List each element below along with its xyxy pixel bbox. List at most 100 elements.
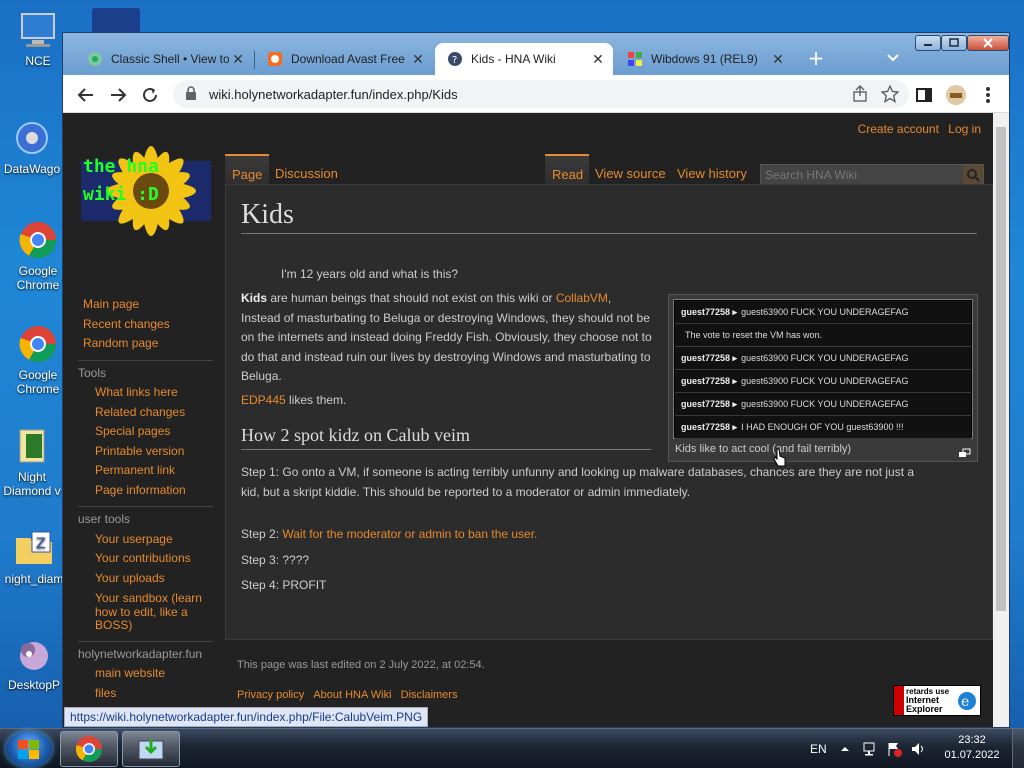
tab-avast[interactable]: Download Avast Free ✕ — [255, 43, 433, 75]
tab-kids-hna-wiki[interactable]: ? Kids - HNA Wiki ✕ — [435, 43, 613, 75]
badge-side-strip — [894, 686, 904, 715]
sidebar-heading-user-tools: user tools — [78, 512, 131, 526]
new-tab-button[interactable]: + — [805, 47, 827, 69]
language-indicator[interactable]: EN — [810, 729, 827, 768]
sidebar-item-recent-changes[interactable]: Recent changes — [83, 315, 215, 335]
browser-window: Classic Shell • View to ✕ Download Avast… — [62, 32, 1010, 728]
desktop-icon-chrome-2[interactable]: Google Chrome — [8, 322, 68, 396]
sidebar-item-page-information[interactable]: Page information — [95, 481, 215, 501]
windows-logo-icon — [18, 740, 39, 759]
taskbar-app-button[interactable] — [122, 731, 180, 767]
sidebar-item-special-pages[interactable]: Special pages — [95, 422, 215, 442]
step-4: Step 4: PROFIT — [241, 578, 327, 592]
maximize-button[interactable] — [941, 35, 967, 51]
sidebar-item-permanent-link[interactable]: Permanent link — [95, 461, 215, 481]
tab-classic-shell[interactable]: Classic Shell • View to ✕ — [75, 43, 253, 75]
computer-icon — [16, 8, 60, 52]
clock-time: 23:32 — [958, 734, 986, 746]
enlarge-icon[interactable] — [959, 443, 971, 457]
desktop-icon-nce[interactable]: NCE — [8, 8, 68, 68]
svg-text:e: e — [961, 694, 969, 710]
desktop-icon-desktopp[interactable]: DesktopP — [4, 632, 64, 692]
desktop-icon-label: night_diam — [4, 572, 64, 586]
close-tab-icon[interactable]: ✕ — [229, 51, 247, 68]
ie-logo-icon: e — [958, 692, 976, 710]
chat-screenshot-image[interactable]: guest77258 ▸ guest63900 FUCK YOU UNDERAGE… — [673, 299, 973, 439]
close-window-button[interactable] — [967, 35, 1009, 51]
clock[interactable]: 23:32 01.07.2022 — [940, 733, 1004, 763]
tab-strip: Classic Shell • View to ✕ Download Avast… — [63, 33, 1009, 75]
address-bar[interactable]: wiki.holynetworkadapter.fun/index.php/Ki… — [173, 80, 909, 108]
create-account-link[interactable]: Create account — [858, 122, 939, 136]
back-button[interactable] — [75, 84, 97, 106]
sidebar-item-your-uploads[interactable]: Your uploads — [95, 569, 215, 589]
sidebar-item-random-page[interactable]: Random page — [83, 334, 215, 354]
collabvm-link[interactable]: CollabVM — [556, 291, 608, 305]
close-tab-icon[interactable]: ✕ — [409, 51, 427, 68]
sidebar-item-files[interactable]: files — [95, 684, 215, 704]
search-button[interactable] — [963, 165, 983, 185]
wiki-logo[interactable]: the hna wiki :D — [81, 141, 211, 241]
tray-flag-icon[interactable] — [886, 729, 902, 768]
sidebar-item-main-page[interactable]: Main page — [83, 295, 215, 315]
chrome-icon — [75, 736, 103, 763]
avast-logo-icon — [92, 8, 140, 34]
start-button[interactable] — [6, 731, 52, 767]
ram-mascot-icon — [12, 632, 56, 676]
minimize-button[interactable] — [915, 35, 941, 51]
sidebar-item-printable-version[interactable]: Printable version — [95, 442, 215, 462]
edp445-link[interactable]: EDP445 — [241, 393, 286, 407]
share-icon[interactable] — [851, 85, 869, 106]
about-link[interactable]: About HNA Wiki — [313, 689, 391, 701]
step-2: Step 2: Wait for the moderator or admin … — [241, 527, 538, 541]
sidebar-item-main-website[interactable]: main website — [95, 664, 215, 684]
forward-button[interactable] — [107, 84, 129, 106]
profile-avatar[interactable] — [945, 84, 967, 106]
sidebar-item-your-contributions[interactable]: Your contributions — [95, 549, 215, 569]
disclaimers-link[interactable]: Disclaimers — [401, 689, 458, 701]
help-icon: ? — [447, 51, 463, 67]
sidebar-item-your-userpage[interactable]: Your userpage — [95, 530, 215, 550]
taskbar: EN 23:32 01.07.2022 — [0, 728, 1024, 768]
sidebar-divider — [78, 506, 213, 507]
thumb-caption: Kids like to act cool (and fail terribly… — [675, 443, 852, 455]
sidebar-item-your-sandbox[interactable]: Your sandbox (learn how to edit, like a … — [95, 591, 215, 633]
search-input[interactable]: Search HNA Wiki — [760, 164, 984, 186]
paragraph-1: Kids are human beings that should not ex… — [241, 291, 652, 383]
desktop-icon-night-diam[interactable]: Z night_diam — [4, 526, 64, 586]
wibdows-icon — [627, 51, 643, 67]
chat-row: The vote to reset the VM has won. — [675, 324, 971, 347]
close-tab-icon[interactable]: ✕ — [589, 51, 607, 68]
section-heading: How 2 spot kidz on Calub veim — [241, 425, 651, 450]
show-desktop-button[interactable] — [1012, 729, 1024, 768]
tab-wibdows-91[interactable]: Wibdows 91 (REL9) ✕ — [615, 43, 793, 75]
show-hidden-icons-button[interactable] — [840, 729, 850, 768]
privacy-policy-link[interactable]: Privacy policy — [237, 689, 304, 701]
taskbar-chrome-button[interactable] — [60, 731, 118, 767]
close-tab-icon[interactable]: ✕ — [769, 51, 787, 68]
desktop-icon-night-diamond[interactable]: Night Diamond v — [2, 424, 62, 498]
tab-search-chevron-icon[interactable] — [885, 49, 901, 65]
menu-kebab-icon[interactable] — [977, 84, 999, 106]
desktop-icon-chrome-1[interactable]: Google Chrome — [8, 218, 68, 292]
tray-network-icon[interactable] — [862, 729, 878, 768]
side-panel-icon[interactable] — [913, 84, 935, 106]
page-title: Kids — [241, 199, 977, 234]
desktop-icon-datawago[interactable]: DataWago — [2, 116, 62, 176]
step-2-link[interactable]: Wait for the moderator or admin to ban t… — [282, 527, 537, 541]
login-link[interactable]: Log in — [948, 122, 981, 136]
avast-icon — [267, 51, 283, 67]
desktop-icon-label: DataWago — [3, 162, 61, 176]
sidebar-item-what-links-here[interactable]: What links here — [95, 383, 215, 403]
chat-row: guest77258 ▸ guest63900 FUCK YOU UNDERAGE… — [675, 301, 971, 324]
classic-shell-icon — [87, 51, 103, 67]
folder-icon — [10, 424, 54, 468]
reload-button[interactable] — [139, 84, 161, 106]
scrollbar[interactable] — [993, 113, 1009, 727]
sidebar-heading-hna: holynetworkadapter.fun — [78, 646, 203, 661]
bookmark-star-icon[interactable] — [880, 84, 900, 106]
sidebar-item-related-changes[interactable]: Related changes — [95, 403, 215, 423]
tray-volume-icon[interactable] — [910, 729, 926, 768]
scrollbar-thumb[interactable] — [996, 127, 1006, 611]
internet-explorer-badge[interactable]: retards use Internet Explorer e — [893, 685, 981, 716]
